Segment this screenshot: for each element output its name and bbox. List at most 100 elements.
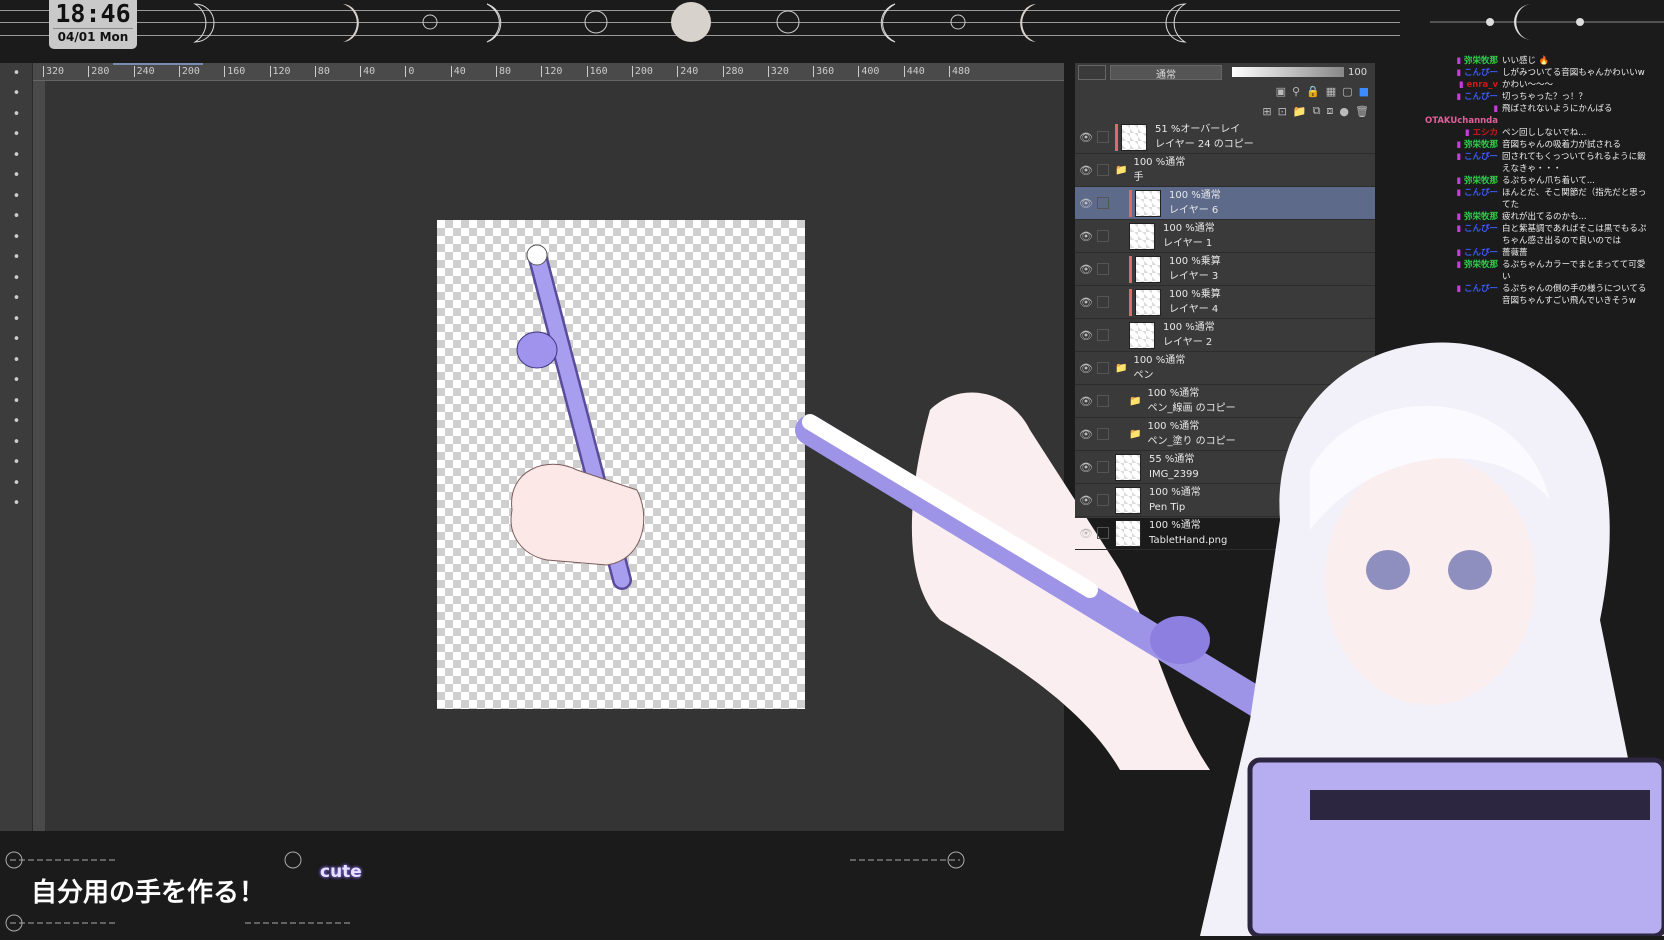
color-icon[interactable]: ■	[1359, 85, 1369, 98]
visibility-eye-icon[interactable]: 👁	[1075, 527, 1097, 540]
visibility-eye-icon[interactable]: 👁	[1075, 197, 1097, 210]
new-raster-layer-icon[interactable]: ⊞	[1262, 105, 1271, 118]
chat-username: こんぴー	[1463, 152, 1498, 162]
folder-icon: 📁	[1129, 428, 1142, 440]
layer-lock-checkbox[interactable]	[1097, 395, 1109, 407]
brush-icon[interactable]: •	[0, 227, 33, 248]
horizontal-ruler: 320 280 240 200 160 120 80 40 0 40 80 120 160 200 240 2…	[33, 63, 1064, 81]
layer-mask-icon[interactable]: ●	[1339, 105, 1349, 118]
tool-palette: • • • • • • • • • • • • • • • • • • • • • •	[0, 63, 33, 831]
layer-lock-checkbox[interactable]	[1097, 164, 1109, 176]
visibility-eye-icon[interactable]: 👁	[1075, 362, 1097, 375]
visibility-eye-icon[interactable]: 👁	[1075, 296, 1097, 309]
ruler-tick-label: 440	[903, 66, 925, 77]
balloon-icon[interactable]: •	[0, 473, 33, 494]
reference-icon[interactable]: ⚲	[1292, 85, 1300, 98]
gradient-icon[interactable]: •	[0, 371, 33, 392]
ruler-tick-label: 160	[224, 66, 245, 77]
merge-down-icon[interactable]: ⧈	[1326, 104, 1333, 118]
blend-mode-select[interactable]: 通常	[1110, 64, 1222, 81]
chat-message: ▮ こんぴー 白と紫基調であればそこは黒でもるぷちゃん感さ出るので良いのでは	[1420, 223, 1652, 247]
moon-phase-icons	[193, 2, 1187, 43]
layer-lock-checkbox[interactable]	[1097, 527, 1109, 539]
layer-row[interactable]: 👁 100 %乗算 レイヤー 4	[1075, 286, 1375, 319]
search-icon[interactable]: •	[0, 63, 33, 84]
copy-layer-icon[interactable]: ⧉	[1313, 104, 1321, 118]
layer-lock-checkbox[interactable]	[1097, 296, 1109, 308]
layer-row[interactable]: 👁 100 %乗算 レイヤー 3	[1075, 253, 1375, 286]
new-folder-icon[interactable]: 📁	[1293, 105, 1307, 118]
layer-lock-checkbox[interactable]	[1097, 263, 1109, 275]
layer-lock-checkbox[interactable]	[1097, 494, 1109, 506]
clip-icon[interactable]: ▣	[1276, 85, 1286, 98]
decorate-icon[interactable]: •	[0, 289, 33, 310]
layer-lock-checkbox[interactable]	[1097, 428, 1109, 440]
move-icon[interactable]: •	[0, 125, 33, 146]
visibility-eye-icon[interactable]: 👁	[1075, 461, 1097, 474]
ruler-tick-label: 120	[269, 66, 291, 77]
drawing-canvas[interactable]	[437, 220, 805, 709]
layer-row[interactable]: 👁 📁 100 %通常手	[1075, 154, 1375, 187]
badge-icon: ▮	[1456, 176, 1464, 186]
visibility-eye-icon[interactable]: 👁	[1075, 164, 1097, 177]
line-correct-icon[interactable]: •	[0, 494, 33, 515]
ruler-viewport-marker	[113, 63, 203, 65]
layer-lock-checkbox[interactable]	[1097, 362, 1109, 374]
visibility-eye-icon[interactable]: 👁	[1075, 494, 1097, 507]
chat-username: enra_v	[1466, 80, 1498, 90]
cute-sticker: cute	[320, 862, 362, 882]
chat-username: こんぴー	[1463, 188, 1498, 198]
pen-icon[interactable]: •	[0, 207, 33, 228]
layer-row[interactable]: 👁 100 %通常 レイヤー 6	[1075, 187, 1375, 220]
rotate-icon[interactable]: •	[0, 104, 33, 125]
lock-alpha-icon[interactable]: ▦	[1326, 85, 1336, 98]
opacity-slider[interactable]	[1232, 67, 1344, 77]
visibility-eye-icon[interactable]: 👁	[1075, 230, 1097, 243]
hand-icon[interactable]: •	[0, 84, 33, 105]
layer-lock-checkbox[interactable]	[1097, 230, 1109, 242]
layer-lock-checkbox[interactable]	[1097, 461, 1109, 473]
visibility-eye-icon[interactable]: 👁	[1075, 131, 1097, 144]
chat-text: 薔薇薔	[1502, 248, 1528, 258]
layer-mode: 51 %オーバーレイ	[1155, 124, 1241, 135]
eraser-icon[interactable]: •	[0, 309, 33, 330]
delete-layer-icon[interactable]: 🗑	[1355, 105, 1369, 118]
visibility-eye-icon[interactable]: 👁	[1075, 428, 1097, 441]
opacity-value[interactable]: 100	[1348, 67, 1367, 78]
fill-icon[interactable]: •	[0, 350, 33, 371]
layer-thumbnail	[1135, 288, 1161, 316]
layer-lock-checkbox[interactable]	[1097, 131, 1109, 143]
chat-text: ほんとだ、そこ関節だ（指先だと思ってた	[1502, 188, 1647, 210]
magic-wand-icon[interactable]: •	[0, 166, 33, 187]
visibility-eye-icon[interactable]: 👁	[1075, 263, 1097, 276]
pencil-icon[interactable]: •	[0, 248, 33, 269]
lock-icon[interactable]: 🔒	[1306, 85, 1320, 98]
mask-icon[interactable]: ▢	[1342, 85, 1352, 98]
chat-username: OTAKUchannda	[1424, 116, 1498, 126]
chat-message: ▮ 弥栄牧那 疲れが出てるのかも...	[1420, 211, 1652, 223]
layer-mode: 100 %乗算	[1169, 289, 1221, 300]
chat-message: ▮ 弥栄牧那 るぷちゃん爪ち着いて...	[1420, 175, 1652, 187]
figure-icon[interactable]: •	[0, 391, 33, 412]
layer-thumbnail	[1121, 123, 1147, 151]
ruler-tick-label: 200	[631, 66, 653, 77]
airbrush-icon[interactable]: •	[0, 268, 33, 289]
ruler-icon[interactable]: •	[0, 432, 33, 453]
chat-message: ▮ enra_v かわい～～～	[1420, 79, 1652, 91]
layer-lock-checkbox[interactable]	[1097, 329, 1109, 341]
visibility-eye-icon[interactable]: 👁	[1075, 395, 1097, 408]
eyedropper-icon[interactable]: •	[0, 186, 33, 207]
blend-icon[interactable]: •	[0, 330, 33, 351]
text-icon[interactable]: •	[0, 453, 33, 474]
folder-icon: 📁	[1115, 164, 1128, 176]
ruler-tick-label: 40	[360, 66, 375, 77]
layer-row[interactable]: 👁 100 %通常 レイヤー 1	[1075, 220, 1375, 253]
layer-color-dropdown[interactable]	[1078, 64, 1106, 80]
lasso-icon[interactable]: •	[0, 145, 33, 166]
visibility-eye-icon[interactable]: 👁	[1075, 329, 1097, 342]
layer-lock-checkbox[interactable]	[1097, 197, 1109, 209]
layer-thumbnail	[1135, 255, 1161, 283]
new-vector-layer-icon[interactable]: ⊡	[1278, 105, 1287, 118]
frame-icon[interactable]: •	[0, 412, 33, 433]
layer-row[interactable]: 👁 51 %オーバーレイ レイヤー 24 のコピー	[1075, 121, 1375, 154]
